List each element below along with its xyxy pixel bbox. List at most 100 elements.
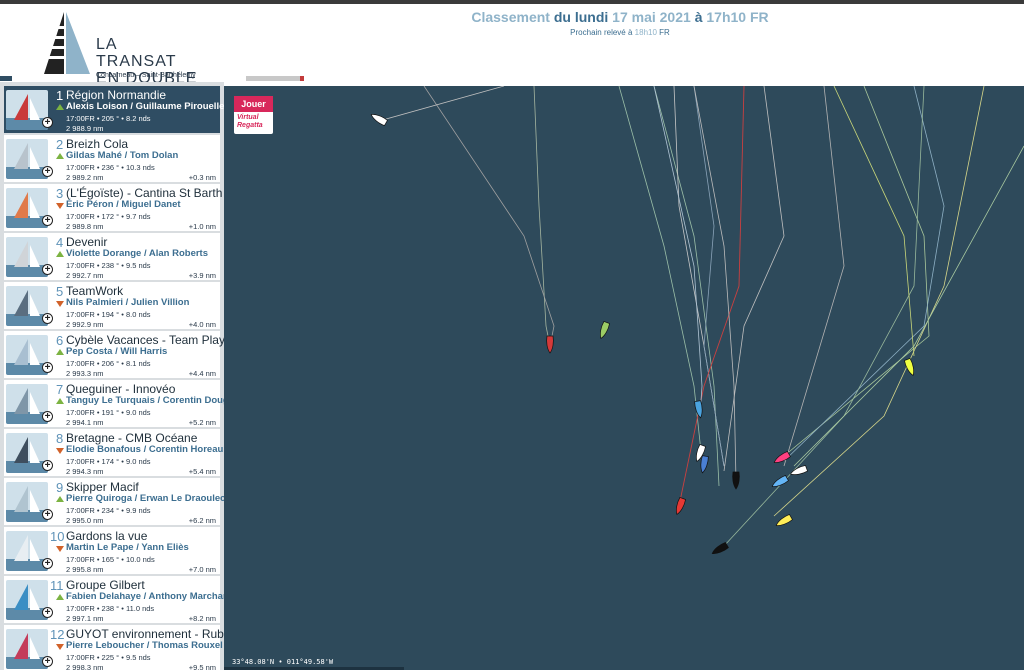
next-time: 18h10 bbox=[634, 28, 657, 37]
distance-to-finish: 2 994.3 nm bbox=[66, 467, 104, 476]
distance-to-finish: 2 995.0 nm bbox=[66, 516, 104, 525]
boat-marker[interactable] bbox=[694, 400, 704, 419]
boat-stats: 17:00FR • 238 ° • 9.5 nds bbox=[66, 261, 151, 270]
boat-name[interactable]: Queguiner - Innovéo bbox=[66, 382, 175, 396]
boat-name[interactable]: Groupe Gilbert bbox=[66, 578, 145, 592]
boat-marker[interactable] bbox=[789, 465, 808, 477]
distance-to-finish: 2 997.1 nm bbox=[66, 614, 104, 623]
boat-marker[interactable] bbox=[598, 321, 610, 340]
race-logo[interactable]: LA TRANSAT EN DOUBLE Concarneau – Saint-… bbox=[40, 10, 200, 87]
trend-down-icon bbox=[56, 644, 64, 650]
boat-name[interactable]: Skipper Macif bbox=[66, 480, 139, 494]
ranking-row[interactable]: + 11 Groupe Gilbert Fabien Delahaye / An… bbox=[4, 576, 224, 623]
play-virtual-regatta-button[interactable]: Jouer Virtual Regatta bbox=[234, 96, 273, 134]
logo-line1: LA TRANSAT bbox=[96, 36, 177, 70]
boat-marker[interactable] bbox=[732, 471, 740, 490]
expand-details-icon[interactable]: + bbox=[42, 656, 53, 667]
expand-details-icon[interactable]: + bbox=[42, 215, 53, 226]
skippers: Nils Palmieri / Julien Villion bbox=[66, 297, 190, 308]
skippers: Pierre Leboucher / Thomas Rouxel bbox=[66, 640, 223, 651]
distance-gap: +0.3 nm bbox=[188, 173, 216, 182]
trend-up-icon bbox=[56, 349, 64, 355]
next-update: Prochain relevé à 18h10 FR bbox=[420, 28, 820, 37]
map-tracks bbox=[370, 86, 1024, 556]
skippers: Gildas Mahé / Tom Dolan bbox=[66, 150, 179, 161]
trend-up-icon bbox=[56, 153, 64, 159]
distance-to-finish: 2 992.9 nm bbox=[66, 320, 104, 329]
boat-name[interactable]: Cybèle Vacances - Team Play to B bbox=[66, 333, 224, 347]
boat-marker[interactable] bbox=[904, 358, 916, 377]
expand-details-icon[interactable]: + bbox=[42, 411, 53, 422]
ranking-prefix: Classement bbox=[471, 9, 550, 25]
ranking-row[interactable]: + 10 Gardons la vue Martin Le Pape / Yan… bbox=[4, 527, 220, 574]
ranking-date: 17 mai 2021 bbox=[612, 9, 691, 25]
rank-number: 5 bbox=[56, 284, 64, 299]
boat-marker[interactable] bbox=[711, 541, 729, 556]
ranking-row[interactable]: + 6 Cybèle Vacances - Team Play to B Pep… bbox=[4, 331, 224, 378]
skippers: Pierre Quiroga / Erwan Le Draoulec bbox=[66, 493, 224, 504]
ranking-at: à bbox=[694, 9, 703, 25]
virtual-regatta-logo: Virtual Regatta bbox=[237, 114, 263, 129]
ranking-row[interactable]: + 2 Breizh Cola Gildas Mahé / Tom Dolan … bbox=[4, 135, 220, 182]
race-map[interactable]: Jouer Virtual Regatta 33°48.08'N • 011°4… bbox=[224, 86, 1024, 670]
boat-name[interactable]: Gardons la vue bbox=[66, 529, 147, 543]
boat-stats: 17:00FR • 205 ° • 8.2 nds bbox=[66, 114, 151, 123]
expand-details-icon[interactable]: + bbox=[42, 558, 53, 569]
expand-details-icon[interactable]: + bbox=[42, 509, 53, 520]
ranking-row[interactable]: + 7 Queguiner - Innovéo Tanguy Le Turqua… bbox=[4, 380, 224, 427]
boat-marker[interactable] bbox=[674, 497, 686, 516]
expand-details-icon[interactable]: + bbox=[42, 264, 53, 275]
distance-to-finish: 2 989.8 nm bbox=[66, 222, 104, 231]
boat-marker[interactable] bbox=[771, 474, 789, 489]
boat-name[interactable]: GUYOT environnement - Ruban Rose bbox=[66, 627, 224, 641]
ranking-row[interactable]: + 5 TeamWork Nils Palmieri / Julien Vill… bbox=[4, 282, 220, 329]
expand-details-icon[interactable]: + bbox=[42, 313, 53, 324]
ranking-row[interactable]: + 4 Devenir Violette Dorange / Alan Robe… bbox=[4, 233, 220, 280]
ranking-row[interactable]: + 1 Région Normandie Alexis Loison / Gui… bbox=[4, 86, 224, 133]
ranking-row[interactable]: + 8 Bretagne - CMB Océane Elodie Bonafou… bbox=[4, 429, 224, 476]
rank-number: 9 bbox=[56, 480, 64, 495]
trend-up-icon bbox=[56, 398, 64, 404]
distance-to-finish: 2 989.2 nm bbox=[66, 173, 104, 182]
skippers: Martin Le Pape / Yann Eliès bbox=[66, 542, 189, 553]
boat-marker[interactable] bbox=[773, 450, 791, 465]
expand-details-icon[interactable]: + bbox=[42, 117, 53, 128]
boat-marker[interactable] bbox=[546, 335, 554, 354]
boat-name[interactable]: (L'Égoïste) - Cantina St Barth bbox=[66, 186, 222, 200]
skippers: Tanguy Le Turquais / Corentin Douguet bbox=[66, 395, 224, 406]
play-label: Jouer bbox=[234, 96, 273, 112]
rank-number: 11 bbox=[50, 578, 64, 593]
ranking-list[interactable]: + 1 Région Normandie Alexis Loison / Gui… bbox=[0, 82, 224, 670]
distance-gap: +1.0 nm bbox=[188, 222, 216, 231]
expand-details-icon[interactable]: + bbox=[42, 607, 53, 618]
skippers: Elodie Bonafous / Corentin Horeau bbox=[66, 444, 224, 455]
boat-stats: 17:00FR • 174 ° • 9.0 nds bbox=[66, 457, 151, 466]
boat-name[interactable]: Breizh Cola bbox=[66, 137, 128, 151]
expand-details-icon[interactable]: + bbox=[42, 362, 53, 373]
boat-stats: 17:00FR • 206 ° • 8.1 nds bbox=[66, 359, 151, 368]
sail-logo-icon bbox=[42, 12, 90, 74]
ranking-row[interactable]: + 9 Skipper Macif Pierre Quiroga / Erwan… bbox=[4, 478, 224, 525]
distance-to-finish: 2 998.3 nm bbox=[66, 663, 104, 670]
distance-to-finish: 2 993.3 nm bbox=[66, 369, 104, 378]
rank-number: 7 bbox=[56, 382, 64, 397]
trend-down-icon bbox=[56, 448, 64, 454]
boat-marker[interactable] bbox=[370, 112, 388, 127]
boat-name[interactable]: Région Normandie bbox=[66, 88, 166, 102]
trend-down-icon bbox=[56, 546, 64, 552]
boat-name[interactable]: TeamWork bbox=[66, 284, 123, 298]
expand-details-icon[interactable]: + bbox=[42, 166, 53, 177]
ranking-row[interactable]: + 12 GUYOT environnement - Ruban Rose Pi… bbox=[4, 625, 224, 670]
rank-number: 8 bbox=[56, 431, 64, 446]
rank-number: 1 bbox=[56, 88, 64, 103]
boat-name[interactable]: Devenir bbox=[66, 235, 107, 249]
boat-name[interactable]: Bretagne - CMB Océane bbox=[66, 431, 197, 445]
ranking-row[interactable]: + 3 (L'Égoïste) - Cantina St Barth Éric … bbox=[4, 184, 222, 231]
rank-number: 3 bbox=[56, 186, 64, 201]
boat-stats: 17:00FR • 236 ° • 10.3 nds bbox=[66, 163, 155, 172]
rank-number: 4 bbox=[56, 235, 64, 250]
rank-number: 10 bbox=[50, 529, 65, 544]
boat-marker[interactable] bbox=[775, 513, 793, 528]
ranking-time: 17h10 FR bbox=[706, 9, 769, 25]
expand-details-icon[interactable]: + bbox=[42, 460, 53, 471]
